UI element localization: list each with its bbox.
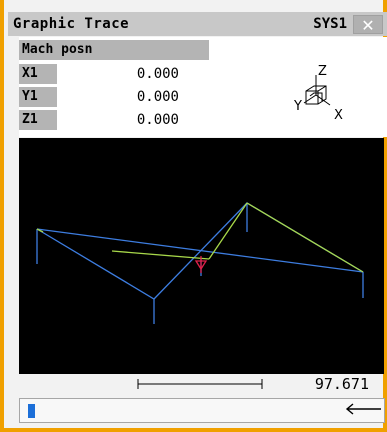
close-button[interactable]: ✕ [353,15,383,35]
machine-position-header: Mach posn [19,40,209,60]
status-indicator [28,404,35,418]
axis-value-x1: 0.000 [136,66,179,82]
axis-label-z1: Z1 [19,110,57,130]
close-icon: ✕ [361,16,375,35]
triad-y-label: Y [293,99,302,114]
window-title: Graphic Trace [13,16,130,32]
left-arrow-icon [345,403,381,415]
coordinate-triad-icon: Z Y X [293,64,343,123]
axis-label-y1: Y1 [19,87,57,107]
triad-x-label: X [334,108,343,123]
channel-label: SYS1 [313,16,347,32]
scale-value: 97.671 [314,375,369,393]
axis-label-x1: X1 [19,64,57,84]
triad-z-label: Z [318,64,327,79]
graphic-trace-window: Graphic Trace SYS1 ✕ Mach posn X1 0.000 … [0,0,387,432]
axis-value-z1: 0.000 [136,112,179,128]
trace-canvas[interactable] [19,138,384,374]
status-bar [19,398,385,423]
axis-row-x1: X1 0.000 [19,64,219,84]
axis-row-z1: Z1 0.000 [19,110,219,130]
position-panel: Mach posn X1 0.000 Y1 0.000 Z1 0.000 Z Y [19,37,387,137]
axis-row-y1: Y1 0.000 [19,87,219,107]
scale-bar [137,379,263,389]
axis-value-y1: 0.000 [136,89,179,105]
trace-path-blue [36,202,364,324]
title-bar: Graphic Trace SYS1 ✕ [8,12,387,36]
